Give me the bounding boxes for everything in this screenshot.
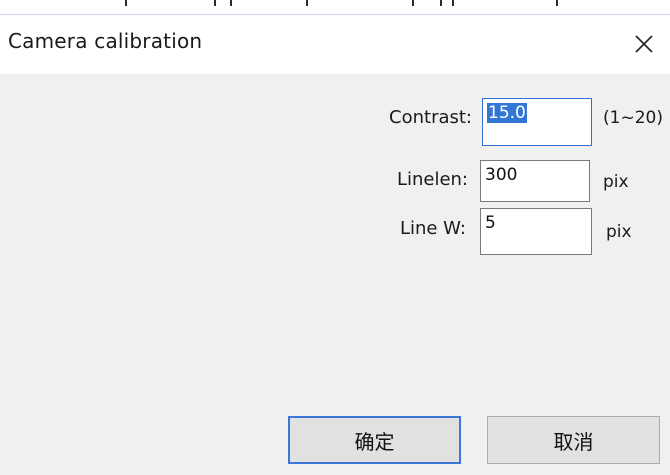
camera-calibration-dialog: Camera calibration Contrast: 15.0 (1~20)… bbox=[0, 0, 670, 475]
contrast-input[interactable]: 15.0 bbox=[482, 98, 592, 146]
cancel-button-label: 取消 bbox=[553, 429, 594, 454]
contrast-value: 15.0 bbox=[487, 103, 527, 123]
linelen-value: 300 bbox=[485, 165, 518, 185]
dialog-body: Contrast: 15.0 (1~20) Linelen: 300 pix L… bbox=[0, 74, 670, 475]
background-app-strip bbox=[0, 0, 670, 14]
cancel-button[interactable]: 取消 bbox=[487, 416, 660, 464]
window-title: Camera calibration bbox=[8, 29, 203, 53]
contrast-range-hint: (1~20) bbox=[603, 108, 663, 128]
line-width-label: Line W: bbox=[399, 218, 466, 239]
linelen-unit: pix bbox=[603, 172, 629, 192]
ok-button-label: 确定 bbox=[354, 429, 395, 454]
close-button[interactable] bbox=[618, 15, 670, 73]
linelen-label: Linelen: bbox=[396, 169, 468, 190]
line-width-unit: pix bbox=[606, 222, 632, 242]
line-width-input[interactable]: 5 bbox=[480, 208, 592, 255]
close-icon bbox=[635, 35, 653, 53]
contrast-label: Contrast: bbox=[389, 107, 472, 128]
linelen-input[interactable]: 300 bbox=[480, 160, 590, 202]
ok-button[interactable]: 确定 bbox=[288, 416, 461, 464]
title-bar[interactable]: Camera calibration bbox=[0, 14, 670, 74]
line-width-value: 5 bbox=[485, 213, 496, 233]
